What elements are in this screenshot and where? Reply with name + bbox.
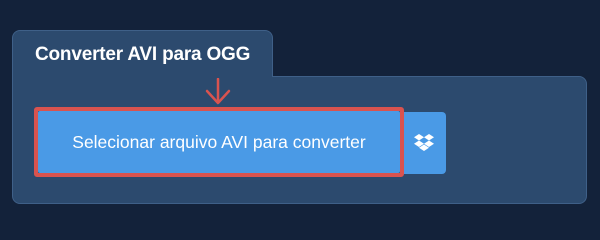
select-file-button[interactable]: Selecionar arquivo AVI para converter — [38, 111, 400, 173]
converter-widget: Converter AVI para OGG Selecionar arquiv… — [0, 0, 600, 230]
tab-panel-seam — [13, 74, 272, 80]
select-file-button-label: Selecionar arquivo AVI para converter — [72, 131, 366, 152]
arrow-down-icon — [205, 78, 231, 105]
converter-title: Converter AVI para OGG — [35, 44, 251, 65]
dropbox-icon — [414, 134, 434, 151]
dropbox-button[interactable] — [402, 112, 446, 174]
